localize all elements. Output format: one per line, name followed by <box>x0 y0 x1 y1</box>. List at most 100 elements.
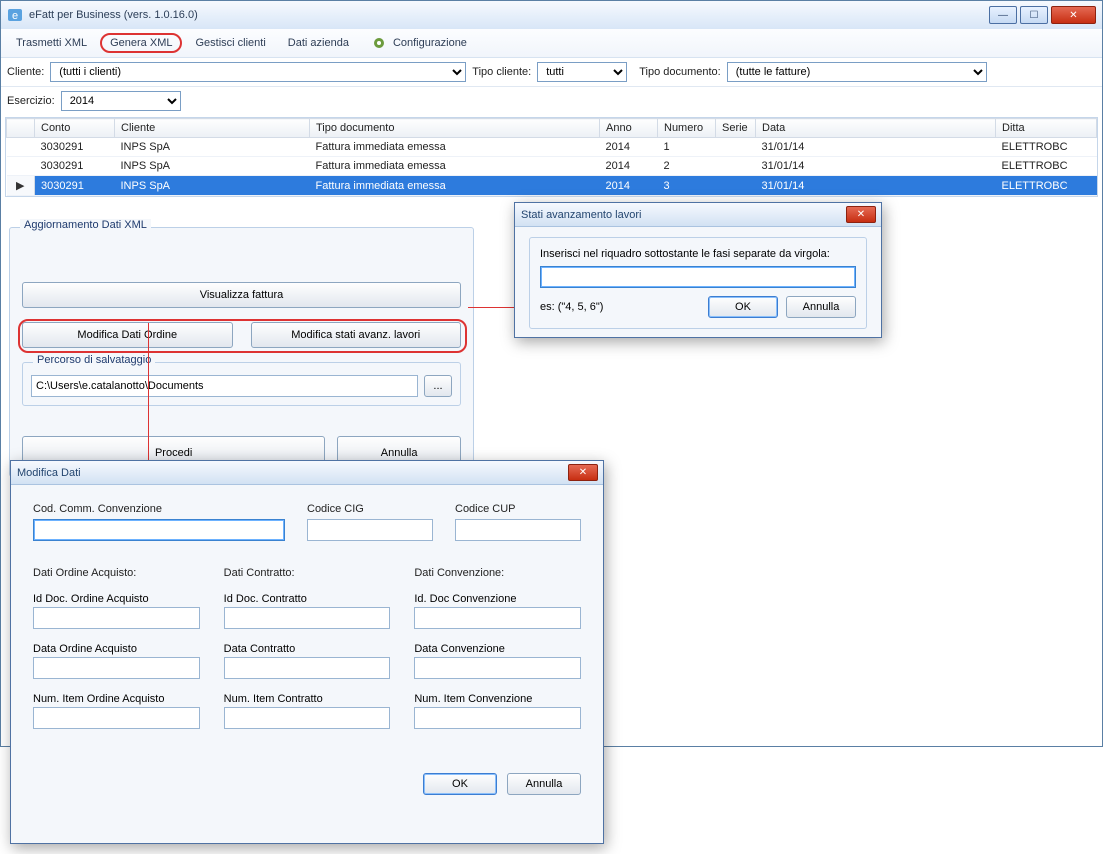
title-bar[interactable]: e eFatt per Business (vers. 1.0.16.0) — … <box>0 0 1103 29</box>
toolbar-trasmetti-xml[interactable]: Trasmetti XML <box>7 33 96 53</box>
convenzione-id-label: Id. Doc Convenzione <box>414 593 581 605</box>
toolbar-configurazione[interactable]: Configurazione <box>392 33 476 53</box>
row-pointer: ▶ <box>7 176 35 196</box>
toolbar-dati-azienda[interactable]: Dati azienda <box>279 33 358 53</box>
cell-ditta: ELETTROBC <box>996 176 1097 196</box>
modifica-ok-button[interactable]: OK <box>423 773 497 795</box>
modifica-dati-ordine-button[interactable]: Modifica Dati Ordine <box>22 322 233 348</box>
col-data[interactable]: Data <box>756 119 996 138</box>
tipodoc-label: Tipo documento: <box>639 66 721 78</box>
cod-conv-input[interactable] <box>33 519 285 541</box>
convenzione-head: Dati Convenzione: <box>414 567 581 579</box>
cell-conto: 3030291 <box>35 176 115 196</box>
percorso-legend: Percorso di salvataggio <box>33 354 155 366</box>
col-tipodoc[interactable]: Tipo documento <box>310 119 600 138</box>
cig-label: Codice CIG <box>307 503 433 515</box>
visualizza-fattura-button[interactable]: Visualizza fattura <box>22 282 461 308</box>
col-anno[interactable]: Anno <box>600 119 658 138</box>
grid-header-row: Conto Cliente Tipo documento Anno Numero… <box>7 119 1097 138</box>
modifica-stati-avanz-button[interactable]: Modifica stati avanz. lavori <box>251 322 462 348</box>
window-close-button[interactable]: ✕ <box>1051 6 1096 24</box>
contratto-data-label: Data Contratto <box>224 643 391 655</box>
ordine-num-input[interactable] <box>33 707 200 729</box>
modifica-dati-dialog: Modifica Dati ✕ Cod. Comm. Convenzione C… <box>10 460 604 844</box>
ordine-id-label: Id Doc. Ordine Acquisto <box>33 593 200 605</box>
filter-row-2: Esercizio: 2014 <box>1 87 1102 115</box>
cell-numero: 2 <box>658 157 716 176</box>
tipodoc-select[interactable]: (tutte le fatture) <box>727 62 987 82</box>
cell-tipodoc: Fattura immediata emessa <box>310 138 600 157</box>
toolbar-genera-xml[interactable]: Genera XML <box>100 33 182 53</box>
cell-serie <box>716 138 756 157</box>
esercizio-label: Esercizio: <box>7 95 55 107</box>
stati-example: es: ("4, 5, 6") <box>540 301 708 313</box>
cell-anno: 2014 <box>600 176 658 196</box>
table-row[interactable]: 3030291INPS SpAFattura immediata emessa2… <box>7 157 1097 176</box>
cell-tipodoc: Fattura immediata emessa <box>310 157 600 176</box>
contratto-id-label: Id Doc. Contratto <box>224 593 391 605</box>
stati-input[interactable] <box>540 266 856 288</box>
gear-icon <box>372 36 386 50</box>
cell-numero: 3 <box>658 176 716 196</box>
row-pointer <box>7 138 35 157</box>
window-maximize-button[interactable]: ☐ <box>1020 6 1048 24</box>
col-serie[interactable]: Serie <box>716 119 756 138</box>
window-minimize-button[interactable]: — <box>989 6 1017 24</box>
convenzione-data-label: Data Convenzione <box>414 643 581 655</box>
svg-text:e: e <box>12 10 18 22</box>
row-pointer <box>7 157 35 176</box>
stati-instruction: Inserisci nel riquadro sottostante le fa… <box>540 248 856 260</box>
convenzione-id-input[interactable] <box>414 607 581 629</box>
convenzione-data-input[interactable] <box>414 657 581 679</box>
esercizio-select[interactable]: 2014 <box>61 91 181 111</box>
cell-cliente: INPS SpA <box>115 157 310 176</box>
cup-label: Codice CUP <box>455 503 581 515</box>
stati-dialog-title: Stati avanzamento lavori <box>521 209 641 221</box>
browse-button[interactable]: ... <box>424 375 452 397</box>
col-numero[interactable]: Numero <box>658 119 716 138</box>
cell-anno: 2014 <box>600 157 658 176</box>
cell-data: 31/01/14 <box>756 176 996 196</box>
aggiornamento-dati-xml-box: Aggiornamento Dati XML Visualizza fattur… <box>9 227 474 477</box>
table-row[interactable]: 3030291INPS SpAFattura immediata emessa2… <box>7 138 1097 157</box>
col-cliente[interactable]: Cliente <box>115 119 310 138</box>
filter-row-1: Cliente: (tutti i clienti) Tipo cliente:… <box>1 58 1102 87</box>
toolbar-gestisci-clienti[interactable]: Gestisci clienti <box>186 33 274 53</box>
grid[interactable]: Conto Cliente Tipo documento Anno Numero… <box>5 117 1098 197</box>
stati-ok-button[interactable]: OK <box>708 296 778 318</box>
modifica-annulla-button[interactable]: Annulla <box>507 773 581 795</box>
xmlbox-legend: Aggiornamento Dati XML <box>20 219 151 231</box>
cell-anno: 2014 <box>600 138 658 157</box>
col-ditta[interactable]: Ditta <box>996 119 1097 138</box>
col-conto[interactable]: Conto <box>35 119 115 138</box>
cig-input[interactable] <box>307 519 433 541</box>
toolbar: Trasmetti XML Genera XML Gestisci client… <box>1 29 1102 58</box>
convenzione-num-input[interactable] <box>414 707 581 729</box>
cliente-select[interactable]: (tutti i clienti) <box>50 62 466 82</box>
stati-annulla-button[interactable]: Annulla <box>786 296 856 318</box>
convenzione-num-label: Num. Item Convenzione <box>414 693 581 705</box>
percorso-input[interactable] <box>31 375 418 397</box>
cod-conv-label: Cod. Comm. Convenzione <box>33 503 285 515</box>
ordine-data-label: Data Ordine Acquisto <box>33 643 200 655</box>
contratto-id-input[interactable] <box>224 607 391 629</box>
cell-conto: 3030291 <box>35 157 115 176</box>
cell-data: 31/01/14 <box>756 157 996 176</box>
contratto-num-input[interactable] <box>224 707 391 729</box>
table-row[interactable]: ▶3030291INPS SpAFattura immediata emessa… <box>7 176 1097 196</box>
cup-input[interactable] <box>455 519 581 541</box>
cell-ditta: ELETTROBC <box>996 157 1097 176</box>
modifica-dialog-close-button[interactable]: ✕ <box>568 464 598 481</box>
tipocliente-select[interactable]: tutti <box>537 62 627 82</box>
ordine-head: Dati Ordine Acquisto: <box>33 567 200 579</box>
cell-ditta: ELETTROBC <box>996 138 1097 157</box>
cell-tipodoc: Fattura immediata emessa <box>310 176 600 196</box>
contratto-data-input[interactable] <box>224 657 391 679</box>
cell-cliente: INPS SpA <box>115 138 310 157</box>
ordine-data-input[interactable] <box>33 657 200 679</box>
ordine-num-label: Num. Item Ordine Acquisto <box>33 693 200 705</box>
stati-dialog-close-button[interactable]: ✕ <box>846 206 876 223</box>
ordine-id-input[interactable] <box>33 607 200 629</box>
cell-serie <box>716 157 756 176</box>
app-icon: e <box>7 7 23 23</box>
